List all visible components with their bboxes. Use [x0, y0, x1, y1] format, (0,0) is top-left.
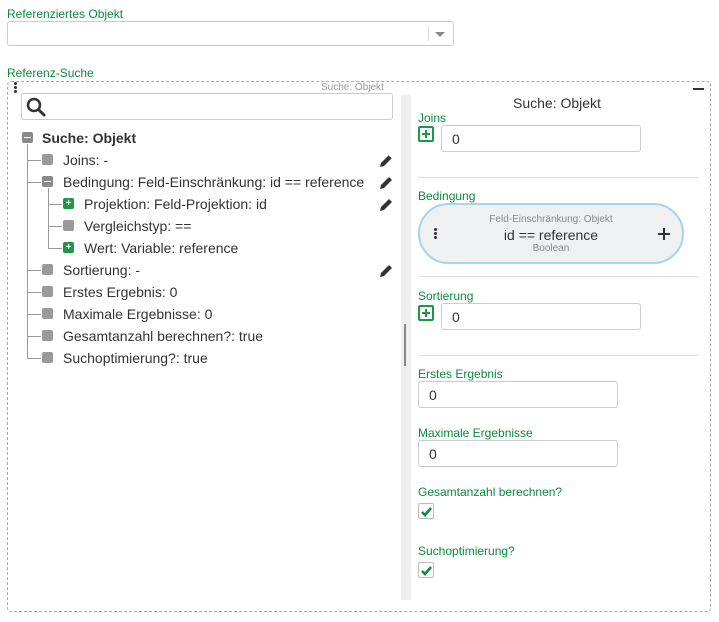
- node-box-icon: [42, 352, 53, 363]
- tree-item-vergleichstyp[interactable]: Vergleichstyp: ==: [84, 218, 191, 234]
- tree-line: [48, 204, 62, 205]
- tree-line: [48, 188, 49, 248]
- pill-sub: Boolean: [532, 243, 570, 254]
- tree-item-maximale[interactable]: Maximale Ergebnisse: 0: [63, 306, 212, 322]
- pill-main: id == reference: [503, 227, 599, 243]
- suchoptimierung-checkbox[interactable]: [418, 562, 434, 578]
- divider: [418, 177, 698, 178]
- reference-label: Referenziertes Objekt: [7, 7, 124, 21]
- search-container: [7, 81, 711, 612]
- tree-item-gesamtanzahl[interactable]: Gesamtanzahl berechnen?: true: [63, 328, 263, 344]
- sortierung-label: Sortierung: [418, 289, 474, 303]
- gesamtanzahl-label: Gesamtanzahl berechnen?: [418, 485, 563, 499]
- pencil-icon[interactable]: [378, 263, 394, 279]
- tree-item-sortierung[interactable]: Sortierung: -: [63, 262, 140, 278]
- chevron-down-icon[interactable]: [435, 32, 445, 37]
- bedingung-label: Bedingung: [418, 189, 476, 203]
- node-box-icon: [42, 264, 53, 275]
- tree-item-projektion[interactable]: Projektion: Feld-Projektion: id: [84, 196, 267, 212]
- splitter-handle[interactable]: [404, 324, 406, 366]
- checkmark-icon: [421, 566, 432, 576]
- tree-item-wert[interactable]: Wert: Variable: reference: [84, 240, 238, 256]
- joins-field[interactable]: 0: [441, 125, 641, 152]
- add-join-plus-icon[interactable]: [418, 126, 434, 142]
- sortierung-field[interactable]: 0: [441, 303, 641, 330]
- node-box-icon: [42, 308, 53, 319]
- condition-pill[interactable]: Feld-Einschränkung: Objekt id == referen…: [418, 203, 684, 264]
- suchoptimierung-label: Suchoptimierung?: [418, 544, 515, 558]
- tree-line: [27, 144, 28, 358]
- pencil-icon[interactable]: [378, 153, 394, 169]
- node-box-icon: [42, 154, 53, 165]
- maximale-label: Maximale Ergebnisse: [418, 426, 533, 440]
- divider: [418, 355, 698, 356]
- tree-search-input[interactable]: [52, 97, 386, 117]
- search-label: Referenz-Suche: [7, 66, 94, 80]
- tree-search-field[interactable]: [21, 93, 393, 120]
- pencil-icon[interactable]: [378, 197, 394, 213]
- tree-item-suchoptimierung[interactable]: Suchoptimierung?: true: [63, 350, 208, 366]
- tree-line: [27, 270, 41, 271]
- tree-item-erstes[interactable]: Erstes Ergebnis: 0: [63, 284, 177, 300]
- pill-title: Feld-Einschränkung: Objekt: [489, 214, 613, 225]
- minimize-icon[interactable]: [693, 88, 704, 90]
- tree-line: [27, 336, 41, 337]
- add-sort-plus-icon[interactable]: [418, 305, 434, 321]
- erstes-field[interactable]: 0: [418, 381, 618, 408]
- search-icon: [26, 97, 46, 117]
- expand-plus-icon[interactable]: +: [63, 198, 74, 209]
- select-divider: [428, 26, 429, 41]
- tree-line: [27, 314, 41, 315]
- tree-root[interactable]: Suche: Objekt: [42, 130, 136, 146]
- collapse-minus-icon[interactable]: [42, 176, 53, 187]
- maximale-field[interactable]: 0: [418, 440, 618, 467]
- node-box-icon: [42, 286, 53, 297]
- tree-line: [48, 226, 62, 227]
- drag-handle-icon[interactable]: [13, 81, 19, 95]
- tree-line: [27, 160, 41, 161]
- plus-icon[interactable]: [658, 228, 670, 240]
- container-title: Suche: Objekt: [321, 82, 384, 93]
- checkmark-icon: [421, 507, 432, 517]
- erstes-label: Erstes Ergebnis: [418, 367, 503, 381]
- node-box-icon: [42, 330, 53, 341]
- pencil-icon[interactable]: [378, 175, 394, 191]
- tree-line: [27, 182, 41, 183]
- panel-title: Suche: Objekt: [513, 95, 601, 111]
- splitter[interactable]: [401, 95, 411, 600]
- tree-item-joins[interactable]: Joins: -: [63, 152, 108, 168]
- reference-select[interactable]: [7, 21, 454, 46]
- tree-line: [27, 292, 41, 293]
- divider: [418, 276, 698, 277]
- tree-line: [48, 248, 62, 249]
- gesamtanzahl-checkbox[interactable]: [418, 503, 434, 519]
- expand-plus-icon[interactable]: +: [63, 242, 74, 253]
- node-box-icon: [63, 220, 74, 231]
- tree-item-bedingung[interactable]: Bedingung: Feld-Einschränkung: id == ref…: [63, 174, 364, 190]
- tree-line: [27, 358, 41, 359]
- collapse-minus-icon[interactable]: [22, 132, 33, 143]
- joins-label: Joins: [418, 111, 447, 125]
